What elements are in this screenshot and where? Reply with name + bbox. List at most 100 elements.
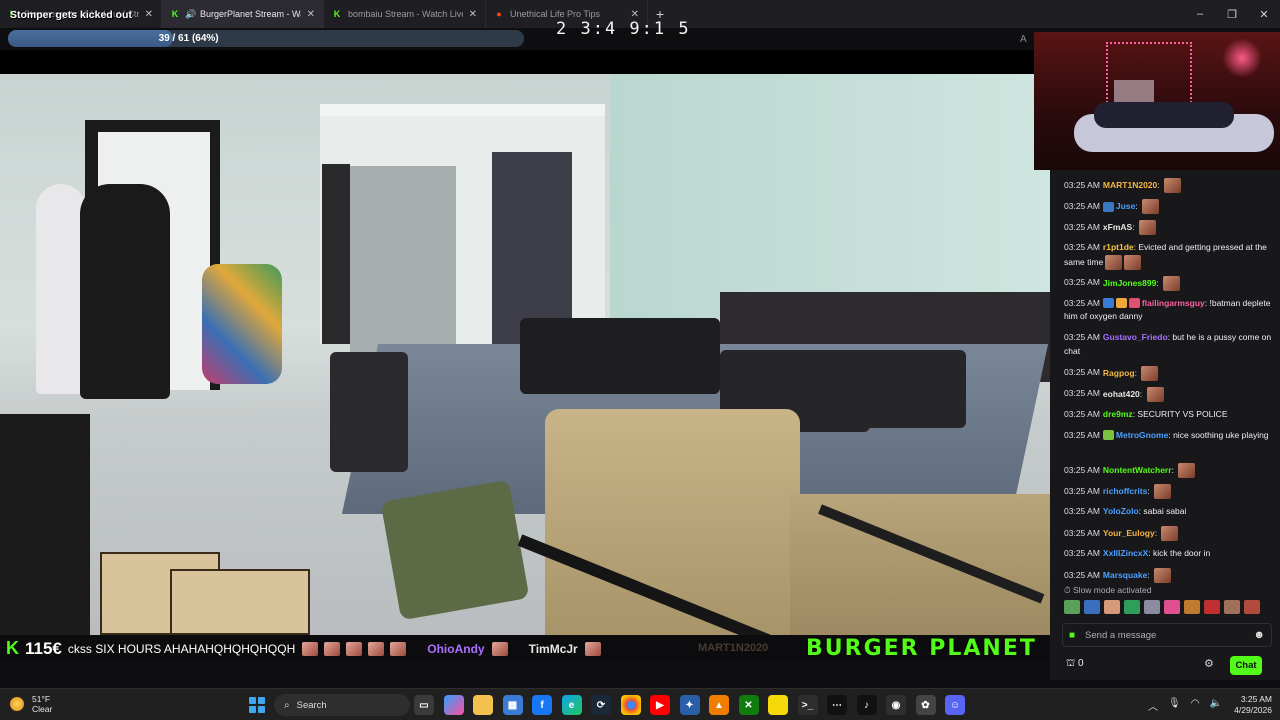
maximize-button[interactable]: ❐ [1216, 0, 1248, 28]
chat-message: 03:25 AM JimJones899: [1064, 275, 1276, 291]
emote-icon [1124, 254, 1142, 270]
chat-username[interactable]: JimJones899 [1103, 277, 1156, 287]
chat-username[interactable]: YoloZolo [1103, 506, 1139, 516]
copilot-icon[interactable] [443, 695, 464, 715]
app-icon[interactable]: ✦ [679, 695, 700, 715]
close-tab-icon[interactable]: ✕ [145, 9, 153, 20]
chat-text: kick the door in [1153, 548, 1211, 558]
task-view-icon[interactable]: ▭ [414, 695, 434, 715]
wifi-icon[interactable]: ◠ [1191, 698, 1200, 713]
speaker-icon[interactable]: 🔊 [185, 9, 196, 19]
chat-timestamp: 03:25 AM [1064, 179, 1100, 190]
chat-timestamp: 03:25 AM [1064, 332, 1100, 342]
chat-text: sabai sabai [1143, 506, 1187, 516]
chat-message: 03:25 AM Marsquake: [1064, 568, 1276, 583]
close-tab-icon[interactable]: ✕ [469, 9, 477, 20]
emote-icon [1146, 386, 1164, 402]
steam-icon[interactable]: ⟳ [591, 695, 611, 715]
chat-username[interactable]: XxIlIZincxX [1103, 548, 1148, 558]
emote-icon [1178, 463, 1196, 478]
facebook-icon[interactable]: f [532, 695, 552, 715]
chevron-up-icon[interactable]: ︿ [1148, 698, 1158, 713]
reddit-icon: ● [496, 9, 502, 19]
user-badge-icon [1102, 298, 1114, 309]
emote-icon [368, 641, 385, 656]
chat-timestamp: 03:25 AM [1064, 277, 1100, 288]
terminal-icon[interactable]: >_ [797, 695, 818, 715]
emoji-picker-icon[interactable]: ☻ [1253, 629, 1265, 641]
system-tray: ︿ 🎙 ◠ 🔈 [1148, 698, 1222, 713]
chat-username[interactable]: r1pt1de [1103, 242, 1134, 252]
chat-message: 03:25 AM Gustavo_Friedo: but he is a puss… [1064, 332, 1272, 356]
chat-username[interactable]: MetroGnome [1116, 430, 1168, 440]
chat-username[interactable]: Gustavo_Friedo [1103, 332, 1168, 342]
chat-timestamp: 03:25 AM [1064, 221, 1100, 232]
chat-username[interactable]: Ragpog [1103, 367, 1135, 377]
microphone-icon[interactable]: 🎙 [1168, 698, 1181, 713]
chat-message-input[interactable]: ■ Send a message ☻ [1062, 623, 1272, 647]
close-window-button[interactable]: ✕ [1248, 0, 1280, 28]
emote-icon [584, 641, 601, 656]
store-icon[interactable]: ▦ [502, 695, 523, 715]
chat-timestamp: 03:25 AM [1064, 548, 1100, 558]
volume-icon[interactable]: 🔈 [1209, 698, 1221, 713]
close-tab-icon[interactable]: ✕ [631, 9, 639, 20]
chat-username[interactable]: NontentWatcherr [1103, 465, 1172, 475]
weather-widget[interactable]: 51°F Clear [10, 694, 52, 714]
clock-icon: ⏱ [1064, 585, 1071, 595]
chat-username[interactable]: MART1N2020 [1103, 180, 1157, 190]
vlc-icon[interactable]: ▲ [709, 695, 729, 715]
chat-text: SECURITY VS POLICE [1137, 408, 1228, 419]
notes-icon[interactable] [768, 695, 788, 715]
chat-timestamp: 03:25 AM [1064, 485, 1100, 496]
user-badge-icon [1115, 298, 1127, 309]
browser-tab[interactable]: Kbombaiu Stream - Watch Live on Kick ✕ [324, 0, 486, 28]
xbox-icon[interactable]: ✕ [738, 695, 759, 715]
discord-icon[interactable]: ☺ [945, 695, 965, 715]
chat-message: 03:25 AM xFmAS: [1064, 220, 1276, 235]
chat-timestamp: 03:25 AM [1064, 242, 1100, 252]
minimize-button[interactable]: – [1184, 0, 1216, 28]
taskbar-search[interactable]: ⌕ Search [274, 694, 410, 716]
youtube-icon[interactable]: ▶ [650, 695, 670, 715]
ticker-faded-user: MART1N2020 [698, 642, 769, 654]
emote-icon [1154, 568, 1172, 583]
emote-icon [302, 641, 319, 656]
chat-timestamp: 03:25 AM [1064, 367, 1100, 378]
browser-tab[interactable]: K 🔊 BurgerPlanet Stream - Watch Live on Ki… [162, 0, 324, 28]
emote-icon [324, 641, 341, 656]
emote-icon [390, 641, 407, 656]
file-explorer-icon[interactable] [473, 695, 493, 715]
user-badge-icon [1102, 201, 1114, 212]
chat-message: 03:25 AM Juse: [1064, 199, 1276, 214]
capcut-icon[interactable]: ⋯ [827, 695, 847, 715]
chat-username[interactable]: richoffcrits [1103, 486, 1147, 496]
chrome-icon[interactable] [620, 695, 641, 715]
chat-username[interactable]: Your_Eulogy [1103, 528, 1155, 538]
app2-icon[interactable]: ✿ [915, 695, 936, 715]
stream-video[interactable] [0, 50, 1050, 635]
chat-timestamp: 03:25 AM [1064, 506, 1100, 516]
emote-icon [1154, 484, 1172, 499]
chat-footer: ⛫ 0 ⚙ Chat [1050, 654, 1280, 678]
slow-mode-notice: ⏱ Slow mode activated [1064, 585, 1152, 595]
chat-message: 03:25 AM YoloZolo: sabai sabai [1064, 506, 1187, 516]
chat-username[interactable]: eohat420 [1103, 388, 1140, 398]
window-controls: – ❐ ✕ [1184, 0, 1280, 28]
chat-username[interactable]: xFmAS [1103, 222, 1132, 232]
taskbar-clock[interactable]: 3:25 AM 4/29/2026 [1222, 694, 1272, 716]
start-button[interactable] [249, 697, 265, 713]
send-chat-button[interactable]: Chat [1230, 656, 1262, 675]
close-tab-icon[interactable]: ✕ [307, 9, 315, 20]
chat-username[interactable]: flailingarmsguy [1142, 298, 1205, 308]
chat-username[interactable]: Marsquake [1103, 570, 1147, 580]
channel-points[interactable]: ⛫ 0 [1066, 658, 1084, 671]
tiktok-icon[interactable]: ♪ [856, 695, 877, 715]
edge-icon[interactable]: e [561, 695, 582, 715]
chat-username[interactable]: dre9mz [1103, 409, 1133, 419]
chat-timestamp: 03:25 AM [1064, 464, 1100, 475]
chat-username[interactable]: Juse [1116, 201, 1135, 211]
gear-icon[interactable]: ⚙ [1204, 657, 1214, 670]
obs-icon[interactable]: ◉ [886, 695, 906, 715]
emote-quick-bar[interactable] [1064, 600, 1278, 616]
